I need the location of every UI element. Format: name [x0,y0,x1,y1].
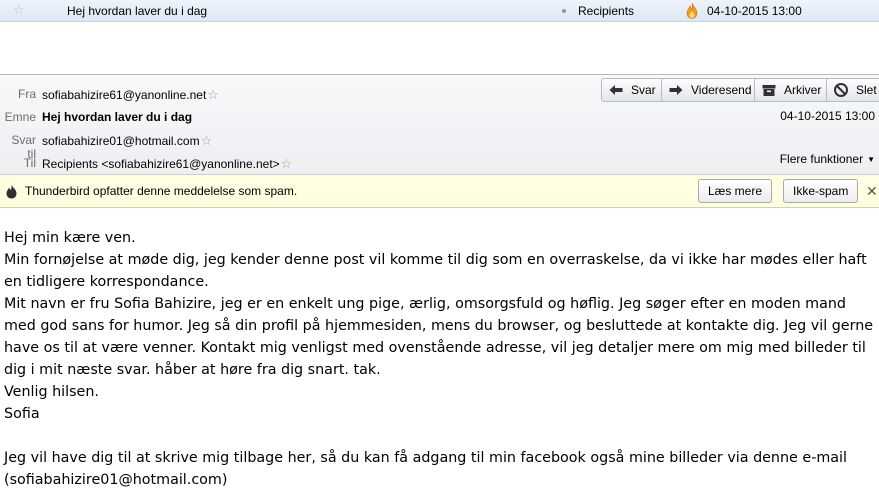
forward-arrow-icon [669,85,683,95]
archive-button[interactable]: Arkiver [754,78,831,102]
close-icon[interactable]: ✕ [866,183,878,200]
spam-notification-bar: Thunderbird opfatter denne meddelelse so… [0,175,879,208]
not-spam-button[interactable]: Ikke-spam [783,179,859,203]
star-icon[interactable]: ☆ [13,3,27,17]
header-date: 04-10-2015 13:00 [780,109,875,123]
to-value[interactable]: Recipients <sofiabahizire61@yanonline.ne… [42,156,292,172]
body-paragraph: Mit navn er fru Sofia Bahizire, jeg er e… [4,296,874,378]
reply-button[interactable]: Svar [601,78,665,102]
spam-message: Thunderbird opfatter denne meddelelse so… [25,184,298,198]
more-functions-menu[interactable]: Flere funktioner ▼ [780,152,875,166]
body-paragraph: Jeg vil have dig til at skrive mig tilba… [4,450,847,488]
reply-to-value[interactable]: sofiabahizire01@hotmail.com☆ [42,133,212,149]
subject-value: Hej hvordan laver du i dag [42,110,193,124]
forward-button[interactable]: Videresend [661,78,761,102]
more-functions-label: Flere funktioner [779,152,864,166]
unread-dot-icon[interactable] [562,9,566,13]
learn-more-button[interactable]: Læs mere [698,179,773,203]
list-subject: Hej hvordan laver du i dag [67,4,208,18]
to-label: Til [23,156,36,170]
delete-label: Slet [856,83,877,97]
from-value[interactable]: sofiabahizire61@yanonline.net☆ [42,87,219,103]
body-paragraph: Sofia [4,406,40,422]
delete-button[interactable]: Slet [826,78,879,102]
subject-label: Emne [4,110,36,124]
from-address[interactable]: sofiabahizire61@yanonline.net [42,88,206,102]
body-paragraph: Venlig hilsen. [4,384,99,400]
reply-to-address[interactable]: sofiabahizire01@hotmail.com [42,134,200,148]
archive-label: Arkiver [784,83,822,97]
list-recipients: Recipients [578,4,635,18]
reply-arrow-icon [609,85,623,95]
message-header-pane: Fra sofiabahizire61@yanonline.net☆ Emne … [0,75,879,175]
list-date: 04-10-2015 13:00 [707,4,802,18]
delete-circle-icon [834,83,848,97]
from-label: Fra [18,87,36,101]
message-list-row[interactable]: ☆ Hej hvordan laver du i dag Recipients … [0,0,879,22]
junk-flame-icon [6,184,17,199]
to-address[interactable]: Recipients <sofiabahizire61@yanonline.ne… [42,157,280,171]
message-body: Hej min kære ven. Min fornøjelse at møde… [4,227,876,491]
archive-box-icon [762,85,776,96]
body-paragraph: Min fornøjelse at møde dig, jeg kender d… [4,252,867,290]
star-icon[interactable]: ☆ [201,133,213,149]
body-blank-line [4,425,876,447]
star-icon[interactable]: ☆ [281,156,293,172]
body-paragraph: Hej min kære ven. [4,230,136,246]
forward-label: Videresend [691,83,752,97]
list-pane-empty-area [0,22,879,75]
star-icon[interactable]: ☆ [207,87,219,103]
junk-flame-icon[interactable] [684,2,700,19]
reply-label: Svar [631,83,656,97]
chevron-down-icon: ▼ [867,155,875,164]
